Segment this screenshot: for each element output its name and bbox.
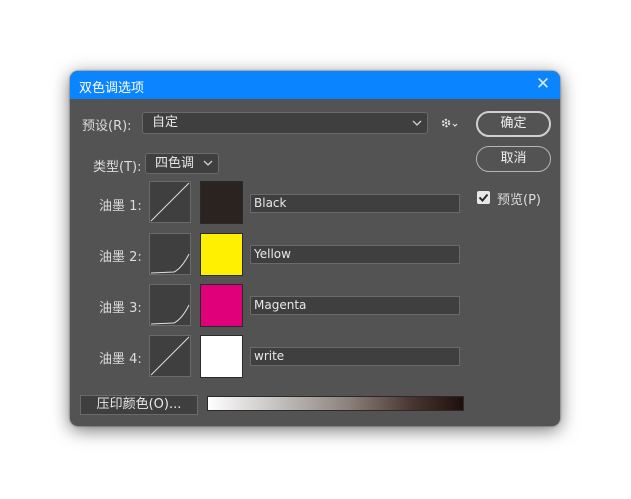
curve-concave-icon — [150, 304, 190, 325]
ink-2-swatch[interactable] — [200, 233, 243, 276]
duotone-gradient-bar — [207, 396, 464, 411]
dialog-title: 双色调选项 — [79, 81, 145, 96]
preview-label: 预览(P) — [497, 193, 541, 208]
chevron-down-icon — [412, 120, 422, 126]
preset-select[interactable]: 自定 — [142, 112, 428, 134]
type-value: 四色调 — [155, 156, 195, 171]
checkmark-icon — [478, 193, 489, 202]
duotone-options-dialog: 双色调选项 ✕ 预设(R): 自定 类型(T): 四色调 油墨 1: Black… — [70, 71, 560, 426]
title-bar[interactable]: 双色调选项 ✕ — [70, 71, 560, 99]
preset-value: 自定 — [152, 115, 179, 130]
cancel-button[interactable]: 取消 — [476, 146, 551, 172]
ok-button[interactable]: 确定 — [476, 111, 551, 137]
ink-1-label: 油墨 1: — [99, 199, 142, 214]
chevron-down-icon — [203, 160, 213, 166]
preset-label: 预设(R): — [82, 119, 132, 134]
ink-2-name-field[interactable]: Yellow — [250, 245, 460, 264]
type-label: 类型(T): — [93, 160, 142, 175]
ink-2-curve[interactable] — [149, 233, 191, 275]
ink-4-label: 油墨 4: — [99, 352, 142, 367]
ink-3-curve[interactable] — [149, 284, 191, 326]
ink-3-name-field[interactable]: Magenta — [250, 296, 460, 315]
ink-3-label: 油墨 3: — [99, 301, 142, 316]
close-icon[interactable]: ✕ — [534, 74, 552, 94]
ink-1-curve[interactable] — [149, 181, 191, 223]
overprint-colors-button[interactable]: 压印颜色(O)... — [80, 395, 198, 415]
preview-checkbox[interactable] — [477, 191, 490, 204]
curve-linear-icon — [150, 336, 190, 376]
type-select[interactable]: 四色调 — [145, 153, 219, 174]
ink-2-label: 油墨 2: — [99, 250, 142, 265]
ink-1-name-field[interactable]: Black — [250, 194, 460, 213]
ink-4-curve[interactable] — [149, 335, 191, 377]
curve-linear-icon — [150, 182, 190, 222]
gear-icon[interactable] — [440, 116, 460, 130]
ink-4-name-field[interactable]: write — [250, 347, 460, 366]
curve-concave-icon — [150, 253, 190, 274]
ink-1-swatch[interactable] — [200, 181, 243, 224]
ink-4-swatch[interactable] — [200, 335, 243, 378]
ink-3-swatch[interactable] — [200, 284, 243, 327]
